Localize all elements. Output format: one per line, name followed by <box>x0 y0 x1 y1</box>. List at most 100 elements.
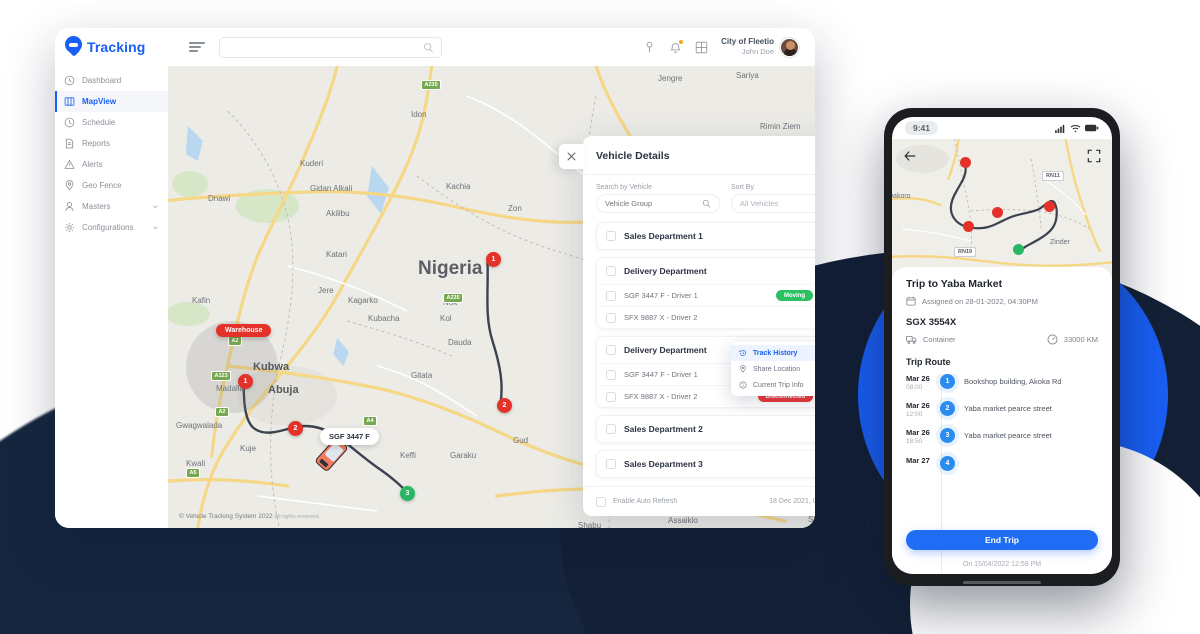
global-search[interactable] <box>219 36 442 58</box>
sidebar-item-mapview[interactable]: MapView <box>55 91 168 112</box>
map-marker-pin[interactable]: 2 <box>497 398 512 418</box>
warehouse-map-chip[interactable]: Warehouse <box>216 324 272 337</box>
close-panel-button[interactable] <box>559 144 584 169</box>
vehicle-checkbox[interactable] <box>606 290 616 301</box>
map-marker-pin[interactable]: 1 <box>238 374 253 394</box>
vehicle-group-header[interactable]: Sales Department 1 <box>597 223 815 249</box>
context-menu-item-share-location[interactable]: Share Location <box>731 361 815 377</box>
vehicle-group-card: Sales Department 3 <box>596 450 815 478</box>
chevron-down-icon[interactable] <box>152 203 159 210</box>
stop-time: 08:00 <box>906 383 923 391</box>
vehicle-row[interactable]: SFX 9887 X - Driver 2 <box>597 306 815 328</box>
notification-dot <box>679 39 684 44</box>
trip-stop-item[interactable]: Mar 26 12:00 2 Yaba market pearce street <box>906 401 1098 419</box>
expand-icon[interactable] <box>1087 149 1101 163</box>
search-input[interactable] <box>227 42 423 52</box>
sidebar-item-label: Alerts <box>82 160 103 169</box>
sidebar-item-dashboard[interactable]: Dashboard <box>55 70 168 91</box>
map-marker-number: 2 <box>288 421 303 436</box>
sidebar-item-label: Schedule <box>82 118 116 127</box>
context-menu-item-track-history[interactable]: Track History <box>731 345 815 361</box>
road-shield: A123 <box>211 371 232 381</box>
phone-map-marker-pin[interactable] <box>1044 201 1055 216</box>
end-trip-button[interactable]: End Trip <box>906 530 1098 550</box>
context-menu-label: Current Trip Info <box>753 381 804 389</box>
sidebar-item-configurations[interactable]: Configurations <box>55 217 168 238</box>
map-marker-number: 1 <box>238 374 253 389</box>
trip-route-title: Trip Route <box>906 357 951 367</box>
phone-road-shield: RN19 <box>954 247 977 257</box>
trip-assigned-text: Assigned on 28-01-2022, 04:30PM <box>922 296 1038 306</box>
road-shield: A235 <box>443 293 464 303</box>
stop-address: Yaba market pearce street <box>964 404 1052 414</box>
vehicle-group-name: Sales Department 2 <box>624 424 703 434</box>
stop-address: Bookshop building, Akoka Rd <box>964 377 1062 386</box>
help-icon[interactable] <box>643 41 656 54</box>
sort-by-select[interactable]: All Vehicles <box>731 194 815 213</box>
trip-stop-item[interactable]: Mar 26 08:00 1 Bookshop building, Akoka … <box>906 374 1098 392</box>
hamburger-menu-icon[interactable] <box>189 39 205 54</box>
search-icon <box>424 42 433 52</box>
sidebar-item-schedule[interactable]: Schedule <box>55 112 168 133</box>
history-icon <box>739 349 747 357</box>
vehicle-group-header[interactable]: Sales Department 3 <box>597 451 815 477</box>
phone-map-marker-pin[interactable] <box>1013 244 1024 259</box>
vehicle-status-badge: Moving <box>776 290 813 301</box>
vehicle-checkbox[interactable] <box>606 312 616 323</box>
vehicle-group-input-wrap[interactable] <box>596 194 720 213</box>
stop-datetime: Mar 27 <box>906 456 934 466</box>
map-marker-pin[interactable]: 2 <box>288 421 303 441</box>
vehicle-group-input[interactable] <box>605 199 702 208</box>
back-arrow-icon[interactable] <box>903 149 917 163</box>
vehicle-type-text: Container <box>923 335 956 344</box>
sidebar-item-geo-fence[interactable]: Geo Fence <box>55 175 168 196</box>
trip-stop-item[interactable]: Mar 27 4 <box>906 455 1098 471</box>
map-icon <box>64 96 75 107</box>
sidebar: Dashboard MapView Schedule Reports Alerts Geo… <box>55 66 168 528</box>
stop-number-badge: 1 <box>940 374 955 389</box>
avatar[interactable] <box>780 37 799 57</box>
phone-map-marker-pin[interactable] <box>960 157 971 172</box>
sidebar-item-alerts[interactable]: Alerts <box>55 154 168 175</box>
stop-number-badge: 2 <box>940 401 955 417</box>
group-checkbox[interactable] <box>606 424 616 434</box>
vehicle-row[interactable]: SGF 3447 F - Driver 1 Moving <box>597 284 815 306</box>
app-logo-text: Tracking <box>87 39 146 55</box>
vehicle-group-card: Delivery Department SGF 3447 F - Driver … <box>596 257 815 329</box>
chevron-down-icon[interactable] <box>152 224 159 231</box>
auto-refresh-label: Enable Auto Refresh <box>613 498 678 505</box>
phone-map-marker-pin[interactable] <box>992 207 1003 222</box>
app-logo[interactable]: Tracking <box>65 36 175 58</box>
vehicle-checkbox[interactable] <box>606 391 616 402</box>
apps-grid-icon[interactable] <box>695 41 708 54</box>
map-marker-pin[interactable]: 1 <box>486 252 501 272</box>
phone-map-place-label: Dakoro <box>892 193 911 200</box>
sidebar-item-label: Geo Fence <box>82 181 122 190</box>
odometer-meta: 33000 KM <box>1047 334 1098 345</box>
group-checkbox[interactable] <box>606 266 616 276</box>
notification-bell-icon[interactable] <box>669 39 684 54</box>
group-checkbox[interactable] <box>606 231 616 241</box>
user-profile[interactable]: City of Fleetio John Doe <box>721 37 799 57</box>
vehicle-name: SFX 9887 X - Driver 2 <box>624 392 698 401</box>
auto-refresh-checkbox[interactable] <box>596 496 606 507</box>
trip-stop-item[interactable]: Mar 26 18:50 3 Yaba market pearce street <box>906 428 1098 446</box>
vehicle-group-header[interactable]: Sales Department 2 <box>597 416 815 442</box>
location-pin-icon <box>64 180 75 191</box>
phone-map-marker-pin[interactable] <box>963 221 974 236</box>
location-pin-logo-icon <box>65 36 82 58</box>
map-copyright: © Vehicle Tracking System 2022 All right… <box>179 513 320 520</box>
mobile-device-mockup: 9:41 akoro Zinder RN11 RN19 Trip to Yaba… <box>884 108 1120 586</box>
vehicle-group-header[interactable]: Delivery Department <box>597 258 815 284</box>
vehicle-checkbox[interactable] <box>606 369 616 380</box>
group-checkbox[interactable] <box>606 459 616 469</box>
sidebar-item-reports[interactable]: Reports <box>55 133 168 154</box>
map-marker-pin[interactable]: 3 <box>400 486 415 506</box>
stop-datetime: Mar 26 18:50 <box>906 428 934 446</box>
sidebar-item-masters[interactable]: Masters <box>55 196 168 217</box>
road-shield: A4 <box>363 416 378 426</box>
context-menu-item-current-trip-info[interactable]: Current Trip Info <box>731 377 815 393</box>
dashboard-icon <box>64 75 75 86</box>
vehicle-map-chip[interactable]: SGF 3447 F <box>320 428 379 445</box>
group-checkbox[interactable] <box>606 345 616 355</box>
